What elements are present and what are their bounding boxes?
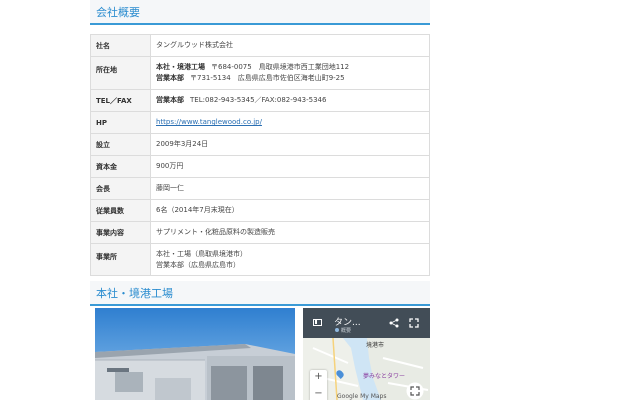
row-label: 事業内容	[91, 222, 151, 243]
map-city-label: 境港市	[366, 342, 385, 349]
row-tag: 本社・境港工場	[156, 63, 205, 71]
fullscreen-icon[interactable]	[409, 318, 419, 328]
section-title: 本社・境港工場	[96, 287, 173, 300]
homepage-link[interactable]: https://www.tanglewood.co.jp/	[156, 118, 262, 126]
row-label: 従業員数	[91, 200, 151, 221]
row-label: TEL／FAX	[91, 90, 151, 111]
table-row: TEL／FAX 営業本部 TEL:082-943-5345／FAX:082-943…	[90, 90, 430, 112]
google-my-maps-logo: Google My Maps	[337, 393, 387, 400]
row-value: サプリメント・化粧品原料の製造販売	[156, 228, 275, 236]
share-icon[interactable]	[389, 318, 399, 328]
map-subtitle: 概要	[341, 328, 352, 334]
head-office-section: 本社・境港工場	[90, 281, 430, 306]
zoom-in-button[interactable]: +	[310, 371, 327, 382]
company-overview: 会社概要 社名 タングルウッド株式会社 所在地 本社・境港工場 〒684-0075…	[90, 0, 430, 276]
table-row: 会長 藤岡一仁	[90, 178, 430, 200]
row-label: 設立	[91, 134, 151, 155]
embedded-map[interactable]: タン... 概要 境港市 夢みなとタワー + − Google My Maps	[303, 308, 430, 400]
row-label: 資本金	[91, 156, 151, 177]
row-label: 社名	[91, 35, 151, 56]
map-landmark-label: 夢みなとタワー	[363, 373, 406, 380]
table-row: 資本金 900万円	[90, 156, 430, 178]
table-row: 事業所 本社・工場（鳥取県境港市） 営業本部（広島県広島市）	[90, 244, 430, 276]
factory-photo	[95, 308, 295, 400]
row-value: 6名（2014年7月末現在）	[156, 206, 239, 214]
row-label: 会長	[91, 178, 151, 199]
section-header-factory: 本社・境港工場	[90, 281, 430, 306]
table-row: 事業内容 サプリメント・化粧品原料の製造販売	[90, 222, 430, 244]
row-value: TEL:082-943-5345／FAX:082-943-5346	[190, 96, 327, 104]
row-tag: 営業本部	[156, 74, 184, 82]
company-table: 社名 タングルウッド株式会社 所在地 本社・境港工場 〒684-0075 鳥取県境…	[90, 34, 430, 276]
row-value: 〒731-5134 広島県広島市佐伯区海老山町9-25	[190, 74, 345, 82]
section-title: 会社概要	[96, 6, 140, 19]
row-value: 本社・工場（鳥取県境港市）	[156, 249, 247, 258]
row-label: 事業所	[91, 244, 151, 275]
section-header-overview: 会社概要	[90, 0, 430, 25]
zoom-out-button[interactable]: −	[310, 388, 327, 399]
row-value: 〒684-0075 鳥取県境港市西工業団地112	[211, 63, 350, 71]
row-value: 藤岡一仁	[156, 184, 184, 192]
table-row: HP https://www.tanglewood.co.jp/	[90, 112, 430, 134]
row-value: タングルウッド株式会社	[156, 41, 233, 49]
overview-dot-icon	[335, 328, 339, 332]
table-row: 従業員数 6名（2014年7月末現在）	[90, 200, 430, 222]
row-label: HP	[91, 112, 151, 133]
row-value: 営業本部（広島県広島市）	[156, 260, 240, 269]
row-value: 2009年3月24日	[156, 140, 209, 148]
fit-bounds-icon[interactable]	[406, 382, 424, 400]
row-value: 900万円	[156, 162, 184, 170]
table-row: 社名 タングルウッド株式会社	[90, 35, 430, 57]
table-row: 設立 2009年3月24日	[90, 134, 430, 156]
table-row: 所在地 本社・境港工場 〒684-0075 鳥取県境港市西工業団地112 営業本部…	[90, 57, 430, 90]
sidebar-icon[interactable]	[313, 319, 322, 326]
row-tag: 営業本部	[156, 96, 184, 104]
row-label: 所在地	[91, 57, 151, 89]
